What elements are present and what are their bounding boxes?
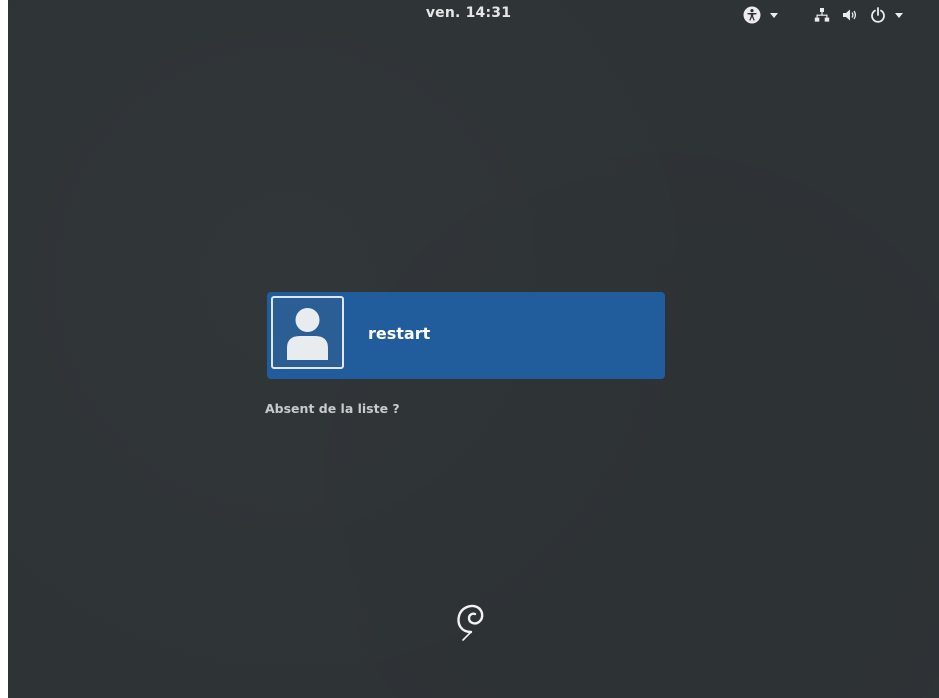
debian-logo xyxy=(451,596,491,646)
clock[interactable]: ven. 14:31 xyxy=(8,5,939,21)
not-listed-link[interactable]: Absent de la liste ? xyxy=(265,401,400,416)
network-icon xyxy=(814,7,830,23)
power-icon xyxy=(870,7,886,23)
chevron-down-icon xyxy=(770,12,778,18)
login-screen: ven. 14:31 restart Absent de la liste ? xyxy=(8,0,939,698)
user-name: restart xyxy=(368,324,431,343)
user-list-item[interactable]: restart xyxy=(267,292,665,379)
volume-icon xyxy=(842,8,858,22)
accessibility-icon xyxy=(743,6,761,24)
accessibility-menu[interactable] xyxy=(743,4,778,26)
user-avatar-icon xyxy=(271,296,344,369)
top-bar: ven. 14:31 xyxy=(8,0,939,30)
chevron-down-icon xyxy=(895,12,903,18)
system-menu[interactable] xyxy=(814,4,903,26)
